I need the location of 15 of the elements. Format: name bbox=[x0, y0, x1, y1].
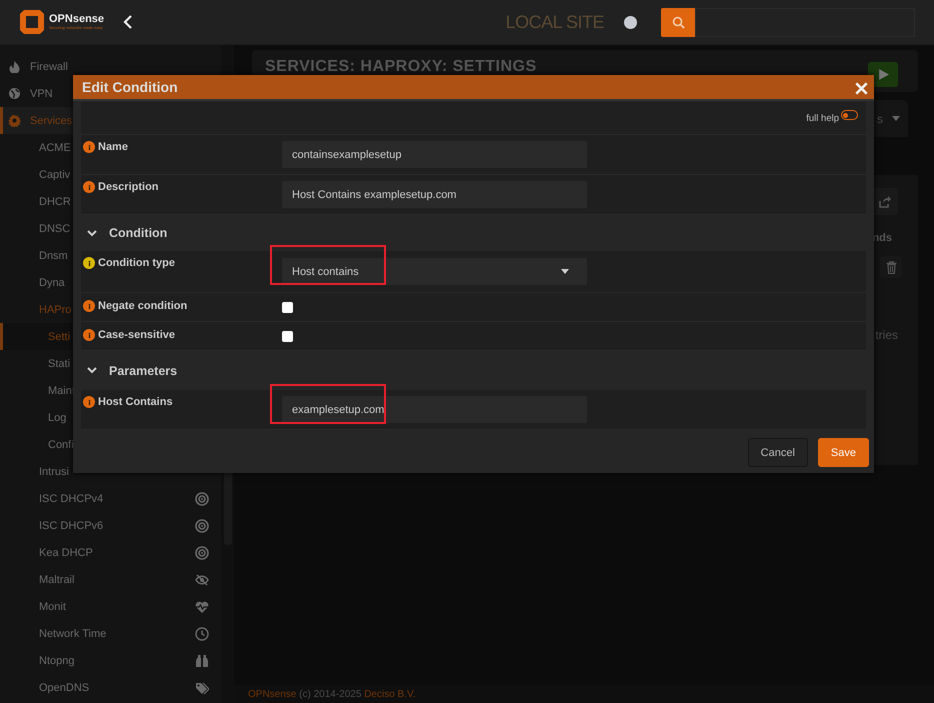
dialog-title: Edit Condition bbox=[82, 79, 178, 95]
page-title: SERVICES: HAPROXY: SETTINGS bbox=[265, 58, 537, 76]
column-header: nds bbox=[872, 232, 892, 244]
copyright-text: OPNsense (c) 2014-2025 Deciso B.V. bbox=[248, 688, 416, 700]
section-title: Condition bbox=[109, 226, 168, 240]
field-label: Condition type bbox=[98, 257, 175, 269]
help-label: full help bbox=[806, 112, 839, 124]
field-label: Description bbox=[98, 181, 159, 193]
field-label: Case-sensitive bbox=[98, 329, 176, 341]
field-label: Host Contains bbox=[98, 396, 173, 408]
site-label: LOCAL SITE bbox=[506, 12, 604, 32]
field-label: Name bbox=[98, 141, 128, 153]
logo-name: OPNsense bbox=[49, 14, 104, 25]
field-label: Negate condition bbox=[98, 300, 188, 312]
section-title: Parameters bbox=[109, 364, 178, 378]
